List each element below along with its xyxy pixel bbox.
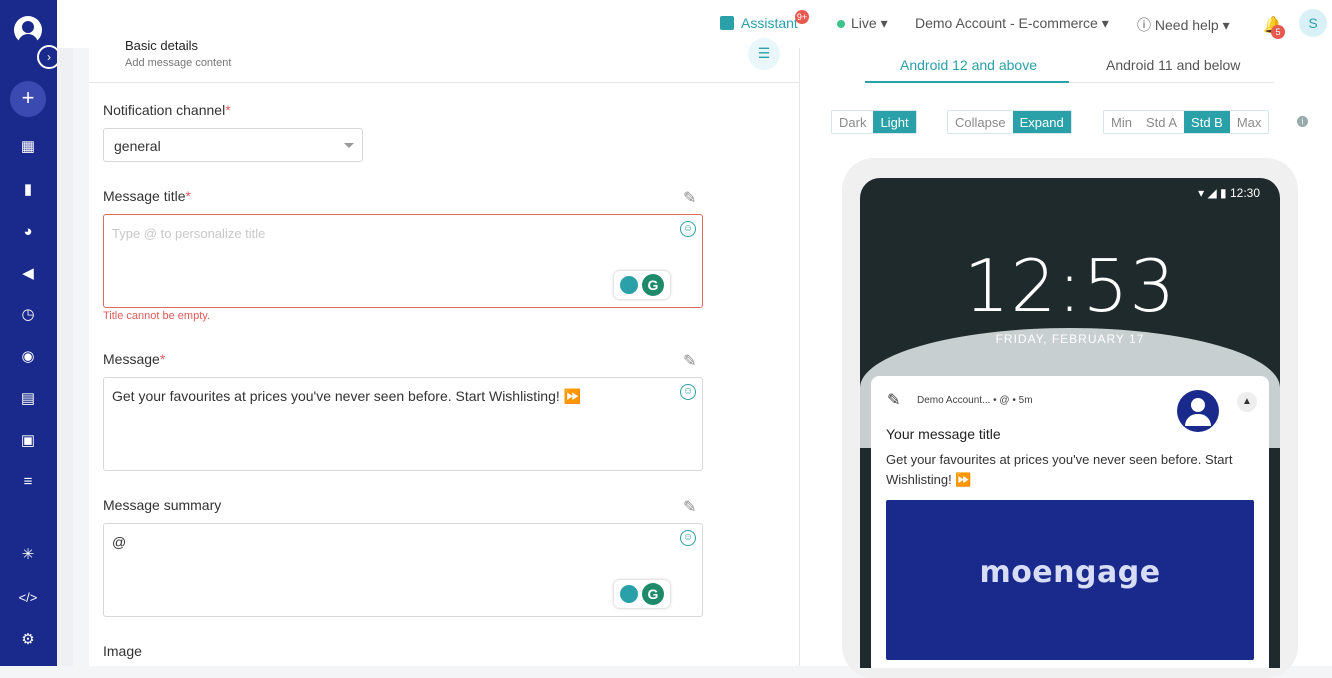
status-bar: ▾ ◢ ▮ 12:30 [1198, 186, 1260, 200]
summary-input[interactable]: @ ☺ G [103, 523, 703, 617]
title-label: Message title* [103, 188, 191, 204]
sidebar: + ▦ ▮ ◕ ◀ ◷ ◉ ▤ ▣ ≡ ✳ </> ⚙ [0, 0, 57, 666]
add-icon[interactable]: + [10, 81, 46, 117]
notification-meta: Demo Account... • @ • 5m [917, 395, 1033, 406]
preview-pane: Android 12 and above Android 11 and belo… [799, 48, 1332, 678]
chevron-down-icon [344, 143, 354, 148]
live-label: Live [851, 15, 877, 31]
account-selector[interactable]: Demo Account - E-commerce ▾ [915, 15, 1109, 32]
size-toggle: Min Std A Std B Max [1103, 110, 1270, 134]
assistant-badge: 9+ [795, 10, 809, 24]
size-max[interactable]: Max [1230, 111, 1269, 133]
sidebar-gap [57, 0, 73, 666]
assistant-icon [720, 16, 734, 30]
user-circle-icon[interactable]: ◉ [17, 346, 39, 368]
size-std-a[interactable]: Std A [1139, 111, 1184, 133]
size-min[interactable]: Min [1104, 111, 1139, 133]
message-value: Get your favourites at prices you've nev… [112, 388, 582, 404]
document-icon[interactable]: ▤ [17, 388, 39, 410]
channel-select[interactable]: general [103, 128, 363, 162]
grammarly-icon: G [642, 583, 664, 605]
integration-icon[interactable]: ✳ [17, 544, 39, 566]
notifications-badge: 5 [1271, 25, 1285, 39]
view-toggle: Collapse Expand [947, 110, 1072, 134]
notification-body: Get your favourites at prices you've nev… [886, 452, 1233, 487]
tab-divider [1069, 82, 1274, 83]
grammarly-icon: G [642, 274, 664, 296]
section-subtitle: Add message content [125, 57, 232, 69]
notification-title: Your message title [886, 426, 1001, 442]
grammarly-widget[interactable]: G [614, 580, 670, 608]
theme-toggle: Dark Light [831, 110, 917, 134]
settings-icon[interactable]: ⚙ [17, 629, 39, 651]
view-expand[interactable]: Expand [1012, 111, 1071, 133]
summary-label: Message summary [103, 497, 222, 513]
info-icon[interactable]: i [1297, 116, 1308, 127]
chevron-up-icon[interactable]: ▲ [1237, 392, 1257, 412]
live-toggle[interactable]: Live ▾ [837, 15, 888, 32]
lockscreen-date: FRIDAY, FEBRUARY 17 [995, 332, 1145, 346]
brand-logo: moengage [979, 555, 1161, 590]
content-icon[interactable]: ▣ [17, 430, 39, 452]
active-tab-indicator [865, 81, 1069, 83]
help-label: Need help [1154, 17, 1219, 33]
code-icon[interactable]: </> [17, 587, 39, 609]
database-icon[interactable]: ≡ [17, 471, 39, 493]
message-label: Message* [103, 351, 166, 367]
channel-value: general [114, 138, 161, 154]
assistant-button[interactable]: Assistant [720, 15, 798, 31]
view-collapse[interactable]: Collapse [948, 111, 1013, 133]
magic-wand-icon[interactable]: ✎ [683, 188, 696, 208]
section-header: Basic details Add message content [125, 38, 232, 69]
timer-icon[interactable]: ◷ [17, 304, 39, 326]
assistant-label: Assistant [741, 15, 798, 31]
top-bar: Assistant 9+ Live ▾ Demo Account - E-com… [57, 0, 1332, 48]
account-label: Demo Account - E-commerce [915, 15, 1098, 31]
theme-light[interactable]: Light [873, 111, 916, 133]
notification-image: moengage [886, 500, 1254, 660]
title-input[interactable]: Type @ to personalize title ☺ G [103, 214, 703, 308]
magic-wand-icon[interactable]: ✎ [683, 351, 696, 371]
help-menu[interactable]: ⓘ Need help ▾ [1137, 15, 1230, 35]
title-placeholder: Type @ to personalize title [112, 226, 266, 241]
phone-screen: ▾ ◢ ▮ 12:30 12:53 FRIDAY, FEBRUARY 17 ✎ … [860, 178, 1280, 668]
dashboard-icon[interactable]: ▦ [17, 136, 39, 158]
image-label: Image [103, 643, 142, 659]
channel-label: Notification channel* [103, 102, 231, 118]
grammarly-widget[interactable]: G [614, 271, 670, 299]
emoji-icon[interactable]: ☺ [680, 530, 696, 546]
emoji-icon[interactable]: ☺ [680, 221, 696, 237]
title-error: Title cannot be empty. [103, 310, 210, 322]
user-avatar[interactable]: S [1299, 9, 1327, 37]
emoji-icon[interactable]: ☺ [680, 384, 696, 400]
tab-android-11[interactable]: Android 11 and below [1106, 57, 1240, 73]
section-divider [89, 82, 799, 83]
analytics-icon[interactable]: ▮ [17, 179, 39, 201]
magic-wand-icon[interactable]: ✎ [683, 497, 696, 517]
message-form: Basic details Add message content ☰ Noti… [89, 38, 799, 666]
live-dot-icon [837, 20, 845, 28]
message-input[interactable]: Get your favourites at prices you've nev… [103, 377, 703, 471]
list-icon[interactable]: ☰ [748, 38, 780, 70]
megaphone-icon[interactable]: ◀ [17, 263, 39, 285]
bulb-icon [620, 585, 638, 603]
section-title: Basic details [125, 38, 198, 53]
pie-chart-icon[interactable]: ◕ [17, 221, 39, 243]
summary-value: @ [112, 534, 127, 550]
pencil-icon: ✎ [887, 392, 901, 409]
tab-android-12[interactable]: Android 12 and above [900, 57, 1037, 73]
size-std-b[interactable]: Std B [1184, 111, 1230, 133]
lockscreen-clock: 12:53 [963, 244, 1177, 328]
notification-avatar [1177, 390, 1219, 432]
theme-dark[interactable]: Dark [832, 111, 873, 133]
bulb-icon [620, 276, 638, 294]
help-icon: ⓘ [1137, 17, 1151, 33]
logo-icon[interactable] [14, 16, 42, 44]
notification-card: ✎ Demo Account... • @ • 5m ▲ Your messag… [871, 376, 1269, 668]
